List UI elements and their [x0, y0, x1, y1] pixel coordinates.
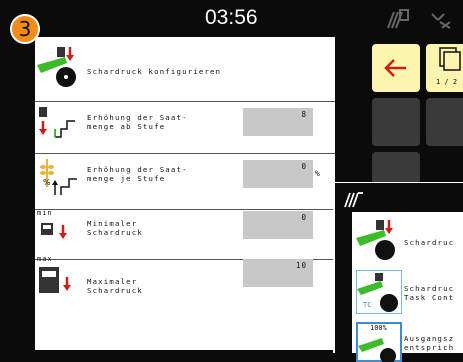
side-menu-label: Schardruc — [404, 238, 455, 247]
max-coulter-pressure-value: 10 — [295, 261, 307, 270]
tractor-status-icon — [387, 9, 409, 29]
seed-rate-per-step-label: Erhöhung der Saat- menge je Stufe — [87, 165, 188, 183]
seed-rate-start-step-field[interactable]: 8 — [243, 108, 313, 136]
coulter-pressure-icon — [37, 47, 76, 87]
implement-icon — [358, 338, 396, 362]
top-status-bar: 03:56 — [0, 0, 463, 36]
divider — [35, 209, 335, 210]
side-menu-item[interactable]: 100% Ausgangsz entsprich — [352, 320, 463, 362]
max-pressure-icon — [39, 267, 71, 293]
main-panel: Schardruck konfigurieren Erhöhung der Sa… — [35, 37, 335, 350]
min-coulter-pressure-label: Minimaler Schardruck — [87, 219, 143, 237]
coulter-pressure-icon — [356, 220, 395, 260]
machine-rows-icon[interactable] — [341, 189, 365, 209]
softkey-empty[interactable] — [426, 98, 463, 146]
svg-text:%: % — [43, 178, 51, 187]
seed-rate-step-icon — [39, 107, 75, 138]
divider — [35, 153, 335, 154]
min-coulter-pressure-row: min Minimaler Schardruck 0 — [35, 209, 335, 261]
min-pressure-icon — [41, 223, 67, 239]
sensor-status-icon — [431, 13, 451, 29]
max-caption: max — [37, 255, 53, 263]
softkey-empty[interactable] — [372, 98, 420, 146]
page-title: Schardruck konfigurieren — [87, 67, 222, 76]
percent-badge: 100% — [370, 324, 387, 332]
side-menu: Schardruc TC Schardruc Task Cont 100% Au… — [352, 212, 463, 362]
max-coulter-pressure-row: max Maximaler Schardruck 10 — [35, 255, 335, 319]
seed-rate-start-step-label: Erhöhung der Saat- menge ab Stufe — [87, 113, 188, 131]
percent-unit: % — [315, 169, 320, 178]
clock: 03:56 — [205, 6, 258, 29]
stacked-pages-icon — [439, 47, 461, 71]
divider — [35, 101, 335, 102]
min-coulter-pressure-value: 0 — [301, 213, 307, 222]
max-coulter-pressure-field[interactable]: 10 — [243, 259, 313, 287]
side-menu-label: Ausgangsz entsprich — [404, 334, 455, 352]
output-icon-box: 100% — [356, 322, 402, 362]
min-caption: min — [37, 209, 53, 217]
tc-badge: TC — [363, 301, 372, 309]
back-button[interactable] — [372, 44, 420, 92]
title-row: Schardruck konfigurieren — [35, 37, 335, 99]
arrow-left-icon — [384, 59, 406, 77]
seed-rate-per-step-field[interactable]: 0 — [243, 160, 313, 188]
softkey-empty[interactable] — [372, 152, 420, 184]
max-coulter-pressure-label: Maximaler Schardruck — [87, 277, 143, 295]
screen-number-badge: 3 — [10, 14, 40, 44]
page-indicator: 1 / 2 — [436, 78, 458, 86]
min-coulter-pressure-field[interactable]: 0 — [243, 211, 313, 239]
seed-rate-per-step-row: % Erhöhung der Saat- menge je Stufe 0 % — [35, 155, 335, 209]
seed-rate-start-step-value: 8 — [301, 110, 307, 119]
seed-rate-per-step-icon: % — [40, 159, 77, 195]
side-menu-item[interactable]: Schardruc — [352, 212, 463, 264]
side-menu-item[interactable]: TC Schardruc Task Cont — [352, 268, 463, 318]
seed-rate-start-step-row: Erhöhung der Saat- menge ab Stufe 8 — [35, 103, 335, 153]
page-toggle-button[interactable]: 1 / 2 — [426, 44, 463, 92]
side-menu-label: Schardruc Task Cont — [404, 284, 455, 302]
task-controller-icon-box: TC — [356, 270, 402, 314]
seed-rate-per-step-value: 0 — [301, 162, 307, 171]
